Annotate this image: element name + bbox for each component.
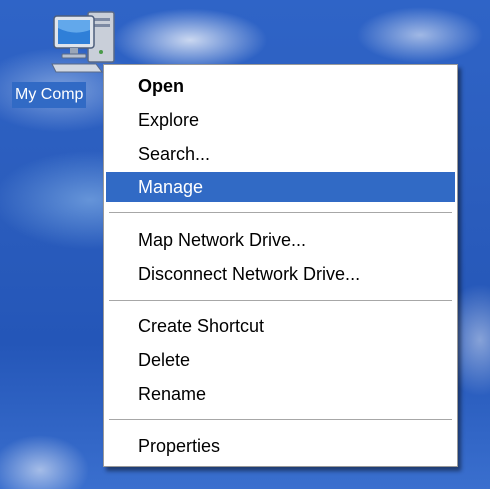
menu-item-create-shortcut[interactable]: Create Shortcut — [106, 311, 455, 341]
menu-item-properties[interactable]: Properties — [106, 431, 455, 461]
menu-item-disconnect-network-drive[interactable]: Disconnect Network Drive... — [106, 259, 455, 289]
context-menu: Open Explore Search... Manage Map Networ… — [103, 64, 458, 467]
menu-item-map-network-drive[interactable]: Map Network Drive... — [106, 225, 455, 255]
menu-item-delete[interactable]: Delete — [106, 345, 455, 375]
menu-item-rename[interactable]: Rename — [106, 379, 455, 409]
menu-item-open[interactable]: Open — [106, 71, 455, 101]
menu-separator — [109, 212, 452, 213]
menu-separator — [109, 300, 452, 301]
desktop-background: My Comp Open Explore Search... Manage Ma… — [0, 0, 490, 489]
menu-item-explore[interactable]: Explore — [106, 105, 455, 135]
my-computer-icon-label[interactable]: My Comp — [12, 82, 87, 108]
menu-item-manage[interactable]: Manage — [106, 172, 455, 202]
menu-item-search[interactable]: Search... — [106, 139, 455, 169]
menu-separator — [109, 419, 452, 420]
